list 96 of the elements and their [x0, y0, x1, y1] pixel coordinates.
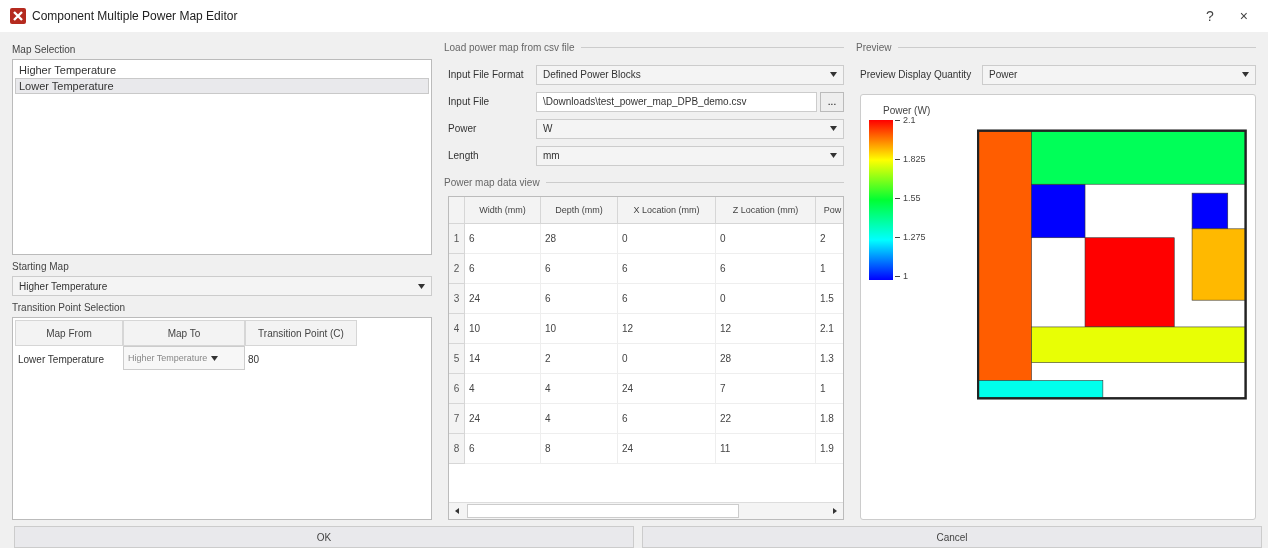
table-cell-text: 80 [247, 352, 261, 367]
colorbar-tick: 1 [903, 271, 908, 281]
table-cell: 24 [618, 374, 716, 404]
table-cell: 6 [541, 254, 618, 284]
caret-icon [830, 126, 837, 131]
table-cell: 7 [716, 374, 816, 404]
table-cell: 24 [465, 404, 541, 434]
caret-icon [211, 355, 219, 361]
table-cell: 2 [541, 344, 618, 374]
table-cell: 22 [716, 404, 816, 434]
table-cell: 6 [618, 254, 716, 284]
column-header: Z Location (mm) [716, 197, 816, 224]
row-header: 2 [449, 254, 465, 284]
table-cell: 2 [816, 224, 843, 254]
help-button[interactable]: ? [1196, 8, 1224, 24]
row-header: 4 [449, 314, 465, 344]
table-cell: 0 [716, 224, 816, 254]
browse-button[interactable]: ... [820, 91, 844, 112]
table-cell: 2.1 [816, 314, 843, 344]
row-header: 1 [449, 224, 465, 254]
column-header: X Location (mm) [618, 197, 716, 224]
table-cell: 4 [465, 374, 541, 404]
input-field[interactable]: \Downloads\test_power_map_DPB_demo.csv [536, 91, 817, 112]
colorbar-tick: 1.825 [903, 154, 926, 164]
table-cell: 24 [618, 434, 716, 464]
table-cell: 0 [618, 344, 716, 374]
column-header: Depth (mm) [541, 197, 618, 224]
table-cell: 6 [465, 434, 541, 464]
field-label: Input File Format [448, 69, 525, 80]
colorbar-title: Power (W) [883, 105, 932, 116]
group-legend: Preview [856, 42, 892, 53]
table-cell: 1 [816, 254, 843, 284]
table-cell: 8 [541, 434, 618, 464]
dropdown[interactable]: Defined Power Blocks [536, 64, 844, 85]
table-cell: 1.5 [816, 284, 843, 314]
section-label: Map Selection [12, 44, 77, 55]
table-cell: 12 [716, 314, 816, 344]
row-header: 5 [449, 344, 465, 374]
section-label: Transition Point Selection [12, 302, 127, 313]
dropdown[interactable]: mm [536, 145, 844, 166]
column-header: Pow [816, 197, 843, 224]
field-label: Length [448, 150, 480, 161]
table-cell: 6 [618, 284, 716, 314]
dialog-button[interactable]: OK [14, 526, 634, 548]
table-cell: 1.9 [816, 434, 843, 464]
table-cell: 6 [465, 224, 541, 254]
dropdown[interactable]: W [536, 118, 844, 139]
column-header: Map From [15, 320, 123, 346]
table-cell: 0 [716, 284, 816, 314]
table-cell: 6 [716, 254, 816, 284]
colorbar-tick: 1.55 [903, 193, 921, 203]
table-cell: 4 [541, 374, 618, 404]
table-cell: 6 [465, 254, 541, 284]
section-label: Starting Map [12, 261, 70, 272]
table-cell: 4 [541, 404, 618, 434]
map-list-item[interactable]: Lower Temperature [15, 78, 429, 94]
field-label: Input File [448, 96, 491, 107]
table-cell: 6 [618, 404, 716, 434]
table-cell: 1.3 [816, 344, 843, 374]
column-header: Map To [123, 320, 245, 346]
table-cell: 28 [541, 224, 618, 254]
field-label: Power [448, 123, 478, 134]
column-header: Transition Point (C) [245, 320, 357, 346]
row-header: 7 [449, 404, 465, 434]
table-cell-text: Lower Temperature [17, 352, 105, 367]
table-cell: 28 [716, 344, 816, 374]
field-label: Preview Display Quantity [860, 69, 973, 80]
app-logo-icon [10, 8, 26, 24]
table-cell: 24 [465, 284, 541, 314]
window-title: Component Multiple Power Map Editor [32, 9, 239, 23]
table-cell: 1 [816, 374, 843, 404]
table-cell: 12 [618, 314, 716, 344]
table-cell: 11 [716, 434, 816, 464]
row-header: 6 [449, 374, 465, 404]
table-cell: 10 [465, 314, 541, 344]
table-cell: 6 [541, 284, 618, 314]
horizontal-scrollbar[interactable] [449, 502, 843, 519]
colorbar-tick: 1.275 [903, 232, 926, 242]
group-legend: Load power map from csv file [444, 42, 575, 53]
close-button[interactable]: × [1229, 8, 1258, 24]
table-cell: 1.8 [816, 404, 843, 434]
map-list-item[interactable]: Higher Temperature [15, 62, 429, 78]
caret-icon [830, 72, 837, 77]
table-cell: 0 [618, 224, 716, 254]
row-header: 3 [449, 284, 465, 314]
table-cell: 14 [465, 344, 541, 374]
column-header: Width (mm) [465, 197, 541, 224]
dialog-button[interactable]: Cancel [642, 526, 1262, 548]
group-legend: Power map data view [444, 177, 540, 188]
caret-icon [1242, 72, 1249, 77]
caret-icon [418, 283, 425, 289]
caret-icon [830, 153, 837, 158]
starting-map-dropdown[interactable]: Higher Temperature [12, 276, 432, 296]
dropdown[interactable]: Power [982, 64, 1256, 85]
table-cell: 10 [541, 314, 618, 344]
row-header: 8 [449, 434, 465, 464]
